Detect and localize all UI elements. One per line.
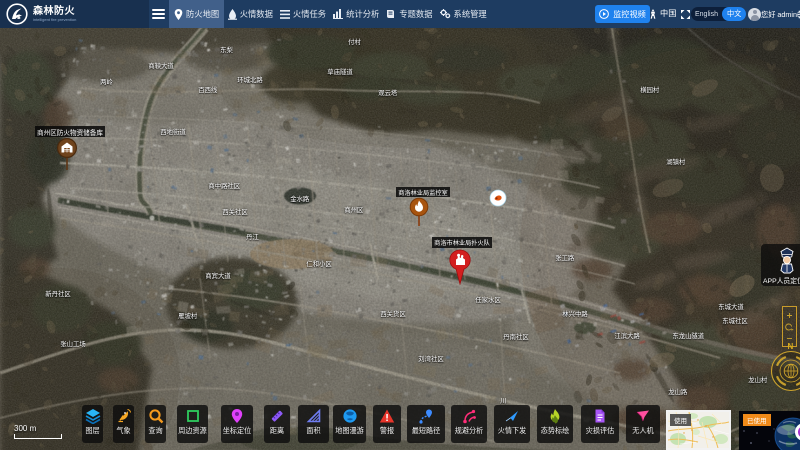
svg-text:N: N — [788, 342, 794, 351]
